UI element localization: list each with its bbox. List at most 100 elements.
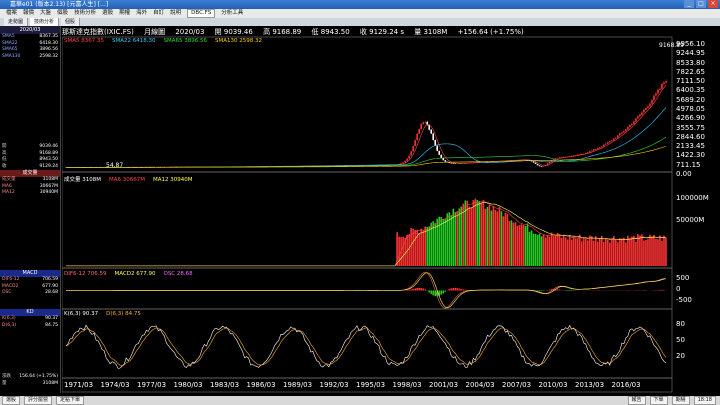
menu-item-6[interactable]: 期權 [119, 9, 130, 18]
volume-bar [594, 236, 597, 266]
volume-bar [596, 241, 599, 266]
status-item-1[interactable]: 評分擺營 [24, 396, 53, 405]
indicator-label: OSC 28.68 [163, 271, 193, 277]
price-candle [534, 162, 537, 164]
menu-item-7[interactable]: 海外 [136, 9, 147, 18]
analysis-tool-button[interactable]: 分析工具 [221, 9, 243, 18]
price-axis-label: 9244.95 [676, 49, 705, 58]
indicator-label: SMA22 6418.30 [112, 38, 156, 44]
kd-axis-label: 20 [676, 352, 685, 360]
volume-bar [647, 239, 649, 266]
maximize-icon[interactable]: □ [696, 0, 706, 8]
price-low-marker: 54.87 [106, 162, 124, 169]
price-candle [430, 129, 433, 134]
price-candle [410, 151, 412, 156]
status-right: 報告 下單 期權 18:18 [627, 396, 720, 405]
volume-bar [420, 228, 422, 266]
indicator-label: SMA65 3896.56 [163, 38, 208, 44]
volume-bar [488, 204, 491, 266]
price-candle [590, 150, 593, 152]
tab-2[interactable]: 個股 [61, 18, 81, 26]
price-candle [653, 95, 655, 101]
volume-axis-label: 100000M [676, 194, 709, 202]
price-candle [586, 152, 589, 153]
volume-bar [428, 226, 431, 266]
volume-bar [478, 201, 481, 266]
status-item-0[interactable]: 選股 [2, 396, 21, 405]
menu-item-1[interactable]: 報價 [23, 9, 34, 18]
menu-item-9[interactable]: 說明 [170, 9, 181, 18]
macd-axis-label: -500 [676, 296, 692, 304]
price-axis-label: 8533.80 [676, 58, 705, 67]
time-axis-label: 1995/03 [356, 381, 386, 389]
price-candle [438, 150, 441, 155]
chart-area[interactable]: 那斯達克指數(IXIC.FS) 月線圖 2020/03 開 9039.46 高 … [62, 26, 720, 393]
left-panel-ohlc: 開 9039.46 高 9168.89 低 8943.50 收 9129.24 [0, 144, 60, 170]
price-axis-label: 3555.75 [676, 123, 705, 132]
volume-bar [402, 236, 404, 266]
status-right-item-1[interactable]: 下單 [649, 396, 668, 405]
symbol-input[interactable]: DBC.FS [187, 9, 216, 18]
left-panel-summary: 漲跌 156.64 (+1.75%) 量 3108M [0, 374, 60, 387]
info-value: 30940M [39, 190, 58, 195]
volume-bar [424, 226, 426, 266]
minimize-icon[interactable]: _ [684, 0, 694, 8]
price-candle [619, 133, 621, 136]
volume-bar [506, 213, 509, 266]
volume-bar [544, 237, 547, 266]
volume-bar [438, 216, 441, 266]
status-right-item-3[interactable]: 18:18 [693, 396, 716, 405]
macd-osc-bar [462, 289, 465, 291]
macd-signal-line [66, 272, 667, 309]
volume-bar [566, 239, 569, 266]
tab-1[interactable]: 技術分析 [30, 18, 60, 26]
price-axis-label: 2844.60 [676, 132, 705, 141]
macd-osc-bar [558, 289, 561, 291]
menu-item-2[interactable]: 大盤 [40, 9, 51, 18]
info-label: MA12 [2, 190, 15, 195]
volume-bar [422, 230, 424, 266]
time-axis-label: 1986/03 [246, 381, 276, 389]
volume-bar [436, 218, 439, 266]
price-candle [617, 135, 619, 138]
volume-bar [480, 202, 483, 266]
tab-0[interactable]: 走勢圖 [4, 18, 29, 26]
menu-item-3[interactable]: 個股 [57, 9, 68, 18]
menu-item-4[interactable]: 技術分析 [74, 9, 96, 18]
info-label: 量 [2, 380, 7, 386]
kd-pane-frame [62, 308, 673, 379]
price-axis-label: 4266.90 [676, 114, 705, 123]
status-right-item-0[interactable]: 報告 [627, 396, 646, 405]
price-candle [406, 158, 408, 161]
time-axis-label: 1983/03 [210, 381, 240, 389]
time-axis-label: 1992/03 [319, 381, 349, 389]
macd-osc-bar [448, 288, 451, 291]
macd-osc-bar [424, 289, 426, 291]
price-candle [665, 81, 667, 83]
kd-axis-label: 50 [676, 336, 685, 344]
time-axis-label: 2007/03 [502, 381, 532, 389]
volume-bar [418, 233, 420, 266]
price-candle [432, 133, 435, 141]
volume-bar [586, 240, 589, 266]
price-candle [418, 129, 420, 134]
macd-osc-bar [420, 287, 422, 291]
volume-bar [564, 237, 567, 266]
close-icon[interactable]: × [708, 0, 718, 8]
volume-bar [602, 241, 605, 266]
kd-section-title: KD [0, 309, 60, 316]
stock-chart[interactable] [62, 26, 720, 393]
menu-item-5[interactable]: 選股 [102, 9, 113, 18]
menu-item-8[interactable]: 自訂 [153, 9, 164, 18]
info-label: D(6,3) [2, 322, 17, 328]
price-candle [404, 160, 406, 163]
price-candle [643, 109, 645, 113]
indicator-label: SMA130 2598.32 [215, 38, 262, 44]
status-item-2[interactable]: 定點下單 [56, 396, 85, 405]
volume-bar [663, 235, 665, 266]
status-right-item-2[interactable]: 期權 [671, 396, 690, 405]
price-candle [600, 146, 603, 148]
macd-osc-bar [410, 289, 412, 291]
price-candle [649, 103, 651, 107]
menu-item-0[interactable]: 檔案 [6, 9, 17, 18]
